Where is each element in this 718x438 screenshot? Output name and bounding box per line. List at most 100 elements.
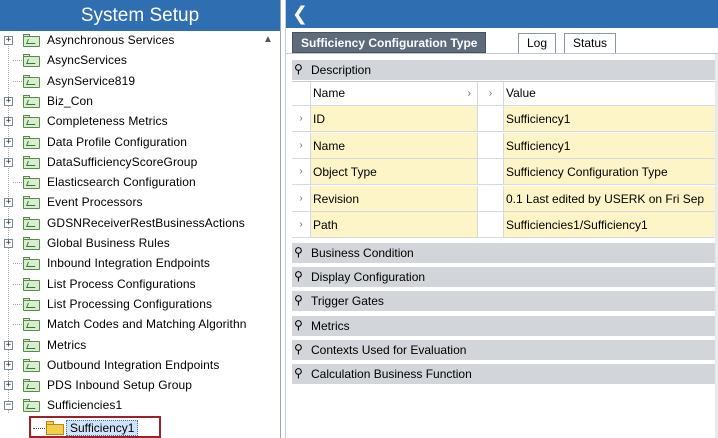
table-row[interactable]: › Path Sufficiencies1/Sufficiency1 [292, 212, 718, 238]
expand-icon[interactable]: + [4, 117, 13, 127]
collapsed-section[interactable]: ⚲ Display Configuration [292, 267, 718, 288]
tree-item[interactable]: Elasticsearch Configuration [0, 173, 262, 193]
header-spacer [292, 82, 311, 105]
tree-item-label: GDSNReceiverRestBusinessActions [47, 215, 245, 230]
tree-item-label: Asynchronous Services [47, 33, 175, 47]
row-expand-icon[interactable]: › [292, 212, 311, 237]
tree-item[interactable]: + Completeness Metrics [0, 112, 262, 132]
tree-item-label: Global Business Rules [47, 236, 170, 250]
tree-item[interactable]: AsyncServices [0, 51, 262, 71]
tree-item-label: List Process Configurations [47, 276, 196, 291]
collapse-icon[interactable]: − [4, 401, 13, 411]
scroll-up-arrow-icon[interactable]: ▲ [263, 34, 273, 45]
system-setup-panel: System Setup + Asynchronous Services Async… [0, 0, 281, 438]
collapsed-section[interactable]: ⚲ Contexts Used for Evaluation [292, 339, 718, 360]
row-expand-icon[interactable]: › [292, 132, 311, 158]
folder-icon [23, 115, 40, 129]
row-value[interactable]: 0.1 Last edited by USERK on Fri Sep [504, 185, 718, 211]
collapsed-section[interactable]: ⚲ Business Condition [292, 243, 718, 263]
row-spacer [478, 132, 504, 158]
collapsed-section[interactable]: ⚲ Calculation Business Function [292, 364, 718, 384]
tree-item-label: List Processing Configurations [47, 296, 213, 311]
tree-item-label: Outbound Integration Endpoints [47, 357, 220, 372]
tree-item[interactable]: + Biz_Con [0, 92, 262, 112]
tree-item[interactable]: − Sufficiencies1 [0, 396, 262, 416]
tree-item[interactable]: + Data Profile Configuration [0, 133, 262, 153]
tab-status[interactable]: Status [564, 33, 617, 54]
folder-icon [23, 196, 40, 210]
tree-item-label: Inbound Integration Endpoints [47, 256, 211, 271]
tree-item[interactable]: + PDS Inbound Setup Group [0, 376, 262, 396]
tree-connector [13, 324, 22, 326]
expand-icon[interactable]: + [4, 157, 13, 167]
row-value[interactable]: Sufficiency Configuration Type [504, 159, 718, 184]
tree-connector [13, 303, 22, 305]
expand-icon[interactable]: + [4, 198, 13, 208]
tree-item[interactable]: + DataSufficiencyScoreGroup [0, 153, 262, 173]
column-header-name-label: Name [313, 86, 346, 100]
column-expand-icon[interactable]: › [468, 82, 471, 105]
table-row[interactable]: › Revision 0.1 Last edited by USERK on Fri… [292, 185, 718, 212]
tree-item[interactable]: Inbound Integration Endpoints [0, 254, 262, 274]
folder-icon [23, 379, 40, 393]
folder-icon [23, 54, 40, 68]
tree-item[interactable]: List Process Configurations [0, 275, 262, 295]
expand-icon[interactable]: + [4, 137, 13, 147]
tree-item[interactable]: + GDSNReceiverRestBusinessActions [0, 214, 262, 234]
expand-icon[interactable]: + [4, 340, 13, 350]
tree-item-label: Biz_Con [47, 93, 94, 108]
expand-icon[interactable]: + [4, 381, 13, 391]
tree-item[interactable]: Match Codes and Matching Algorithn [0, 315, 262, 335]
expand-icon[interactable]: + [4, 36, 13, 45]
tree-item[interactable]: + Metrics [0, 336, 262, 356]
section-label: Contexts Used for Evaluation [311, 342, 467, 357]
collapsed-section[interactable]: ⚲ Metrics [292, 315, 718, 336]
row-value[interactable]: Sufficiency1 [504, 132, 718, 158]
collapsed-section[interactable]: ⚲ Trigger Gates [292, 291, 718, 312]
back-chevron-icon[interactable]: ❮ [292, 3, 308, 25]
column-header-name[interactable]: Name › [311, 82, 478, 105]
table-row[interactable]: › Name Sufficiency1 [292, 132, 718, 159]
folder-icon [23, 318, 40, 332]
table-row[interactable]: › ID Sufficiency1 [292, 106, 718, 132]
row-expand-icon[interactable]: › [292, 185, 311, 211]
expand-icon[interactable]: + [4, 360, 13, 370]
folder-icon [23, 135, 40, 149]
tab-log[interactable]: Log [518, 33, 557, 54]
expand-icon[interactable]: + [4, 96, 13, 106]
section-label: Calculation Business Function [311, 367, 472, 381]
tree-item[interactable]: List Processing Configurations [0, 295, 262, 315]
section-label: Description [311, 63, 372, 77]
folder-icon [23, 74, 40, 88]
folder-icon [23, 94, 40, 108]
tree-item-label: AsynService819 [47, 73, 136, 88]
expand-icon[interactable]: + [4, 218, 13, 228]
section-description[interactable]: ⚲ Description [292, 60, 718, 80]
tree-connector [13, 182, 22, 184]
row-value[interactable]: Sufficiencies1/Sufficiency1 [504, 212, 718, 237]
header-arrow-cell[interactable]: › [478, 82, 504, 105]
row-expand-icon[interactable]: › [292, 106, 311, 131]
table-row[interactable]: › Object Type Sufficiency Configuration Ty… [292, 159, 718, 185]
folder-icon [23, 216, 40, 230]
expand-icon[interactable]: + [4, 239, 13, 248]
tree-item-label: Sufficiencies1 [47, 398, 123, 413]
column-header-value[interactable]: Value [504, 82, 718, 105]
row-value[interactable]: Sufficiency1 [504, 106, 718, 131]
tree-item[interactable]: + Asynchronous Services [0, 31, 262, 51]
tree-item[interactable]: AsynService819 [0, 72, 262, 92]
row-name: ID [311, 106, 478, 131]
row-name: Revision [311, 185, 478, 211]
tabs-divider [286, 53, 718, 54]
setup-tree: + Asynchronous Services AsyncServices AsynS… [0, 31, 280, 438]
description-grid: Name › › Value › ID Sufficiency1 › Name Suffi… [292, 81, 718, 238]
tree-connector [13, 283, 22, 285]
tree-item[interactable]: + Event Processors [0, 193, 262, 213]
tab-sufficiency-configuration-type[interactable]: Sufficiency Configuration Type [292, 32, 487, 53]
tree-item-label: Metrics [47, 337, 87, 352]
tree-item-label: DataSufficiencyScoreGroup [47, 154, 198, 169]
tree-item[interactable]: + Outbound Integration Endpoints [0, 356, 262, 376]
row-spacer [478, 106, 504, 131]
tree-item[interactable]: + Global Business Rules [0, 234, 262, 254]
row-expand-icon[interactable]: › [292, 159, 311, 184]
